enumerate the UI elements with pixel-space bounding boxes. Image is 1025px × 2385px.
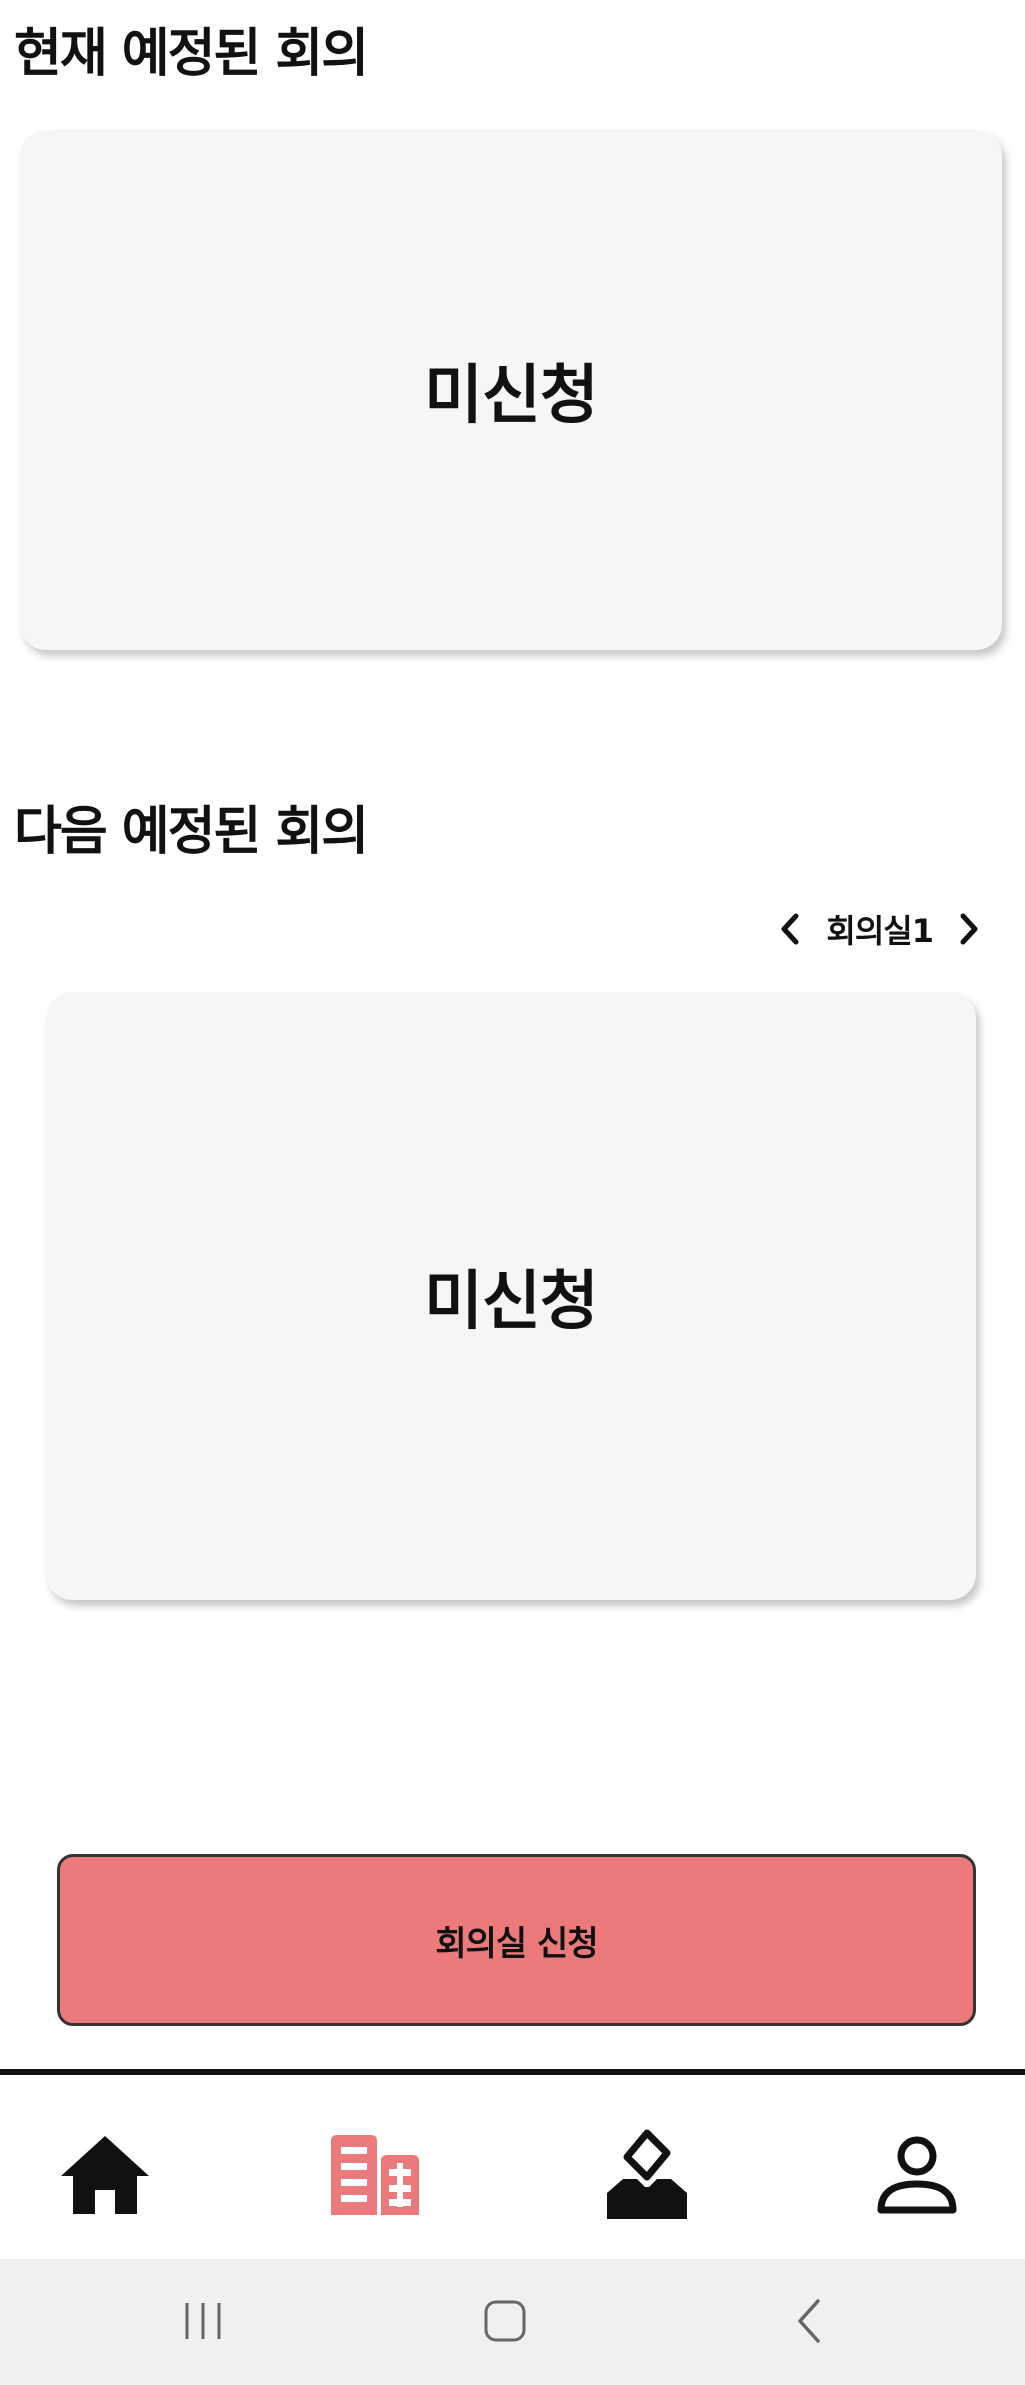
chevron-left-icon xyxy=(781,913,799,945)
current-meeting-status: 미신청 xyxy=(424,359,599,433)
back-chevron-icon xyxy=(798,2299,820,2343)
prev-room-button[interactable] xyxy=(774,909,806,949)
square-home-icon xyxy=(484,2300,526,2342)
recent-apps-icon xyxy=(185,2303,221,2339)
next-meeting-title-text: 다음 예정된 회의 xyxy=(12,802,370,864)
current-meeting-title-text: 현재 예정된 회의 xyxy=(12,24,370,86)
tab-home[interactable] xyxy=(50,2125,160,2225)
room-selector: 회의실1 xyxy=(774,906,985,952)
building-icon xyxy=(331,2135,419,2215)
system-home-button[interactable] xyxy=(470,2289,540,2353)
bottom-tab-bar xyxy=(0,2069,1025,2259)
chevron-right-icon xyxy=(960,913,978,945)
next-meeting-status: 미신청 xyxy=(424,1265,599,1339)
current-meeting-title: 현재 예정된 회의 xyxy=(12,24,370,86)
current-meeting-card[interactable]: 미신청 xyxy=(20,130,1002,650)
user-icon xyxy=(877,2136,957,2214)
next-meeting-title: 다음 예정된 회의 xyxy=(12,802,370,864)
apply-room-button-label: 회의실 신청 xyxy=(435,1923,598,1964)
tab-profile[interactable] xyxy=(862,2125,972,2225)
next-meeting-card[interactable]: 미신청 xyxy=(46,992,976,1600)
recent-apps-button[interactable] xyxy=(168,2289,238,2353)
meeting-room-page: 현재 예정된 회의 미신청 다음 예정된 회의 회의실1 미신청 회의실 신청 xyxy=(0,0,1025,2385)
ballot-box-icon xyxy=(607,2129,687,2219)
next-room-button[interactable] xyxy=(953,909,985,949)
tab-rooms[interactable] xyxy=(320,2125,430,2225)
home-icon xyxy=(61,2136,149,2214)
room-name: 회의실1 xyxy=(826,912,934,950)
system-navigation-bar xyxy=(0,2259,1025,2385)
tab-vote[interactable] xyxy=(592,2125,702,2225)
system-back-button[interactable] xyxy=(774,2289,844,2353)
apply-room-button[interactable]: 회의실 신청 xyxy=(57,1854,976,2026)
